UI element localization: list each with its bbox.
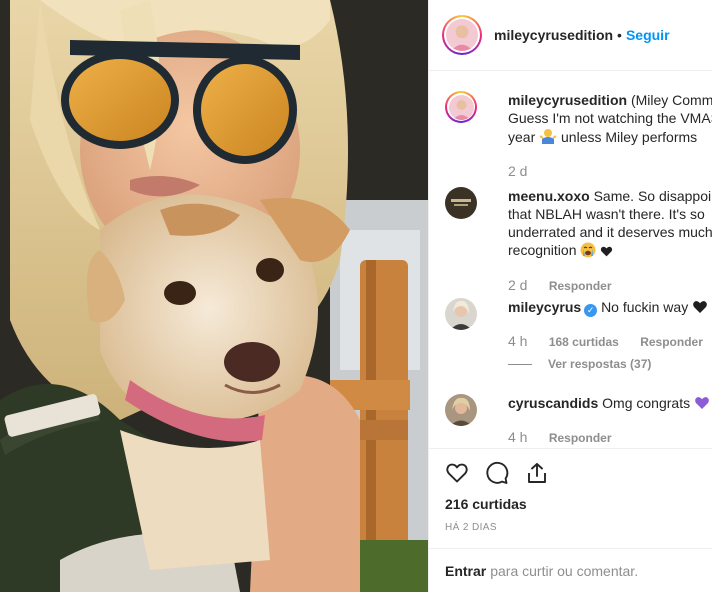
black-heart-icon	[693, 301, 707, 313]
reply-button[interactable]: Responder	[640, 335, 703, 349]
comment-username[interactable]: mileycyrus	[508, 299, 581, 315]
replies-rule	[508, 363, 532, 365]
separator-dot: •	[617, 27, 622, 43]
comment-avatar-image	[445, 298, 477, 330]
comment-time[interactable]: 4 h	[508, 333, 527, 349]
purple-heart-icon	[695, 397, 709, 409]
comment-line-3: underrated and it deserves much more	[508, 224, 712, 240]
instagram-post: mileycyrusedition • Seguir mileycyrusedi…	[0, 0, 712, 592]
comment-button[interactable]	[485, 461, 509, 485]
comment-username[interactable]: meenu.xoxo	[508, 188, 590, 204]
comment-meta: 2 d Responder	[508, 277, 612, 293]
comment-time[interactable]: 2 d	[508, 277, 527, 293]
post-header: mileycyrusedition • Seguir	[429, 0, 712, 71]
post-date[interactable]: HÁ 2 DIAS	[445, 522, 497, 533]
share-upload-icon	[528, 463, 546, 483]
comment-meta: 4 h 168 curtidas Responder	[508, 333, 703, 349]
post-actions: 216 curtidas HÁ 2 DIAS	[429, 448, 712, 548]
action-icons	[445, 461, 549, 485]
caption-line-1: (Miley Comments)	[630, 92, 712, 108]
comment-likes[interactable]: 168 curtidas	[549, 335, 619, 349]
caption-avatar-image	[448, 94, 474, 120]
comment-body: No fuckin way	[601, 299, 689, 315]
reply-button[interactable]: Responder	[549, 279, 612, 293]
caption-meta: 2 d	[508, 163, 527, 179]
loudly-crying-face-icon	[580, 242, 596, 258]
comment-avatar[interactable]	[445, 187, 477, 219]
black-heart-icon	[601, 246, 613, 257]
post-photo[interactable]	[0, 0, 428, 592]
login-link[interactable]: Entrar	[445, 563, 486, 579]
verified-badge-icon: ✓	[584, 304, 598, 317]
author-username[interactable]: mileycyrusedition	[494, 27, 613, 43]
caption-line-3-start: year	[508, 129, 536, 145]
like-button[interactable]	[445, 461, 469, 485]
comment-body: Omg congrats	[602, 395, 691, 411]
heart-icon	[446, 463, 468, 483]
share-button[interactable]	[525, 461, 549, 485]
comment-username[interactable]: cyruscandids	[508, 395, 598, 411]
comment-bubble-icon	[486, 461, 509, 484]
likes-count[interactable]: 216 curtidas	[445, 496, 527, 512]
view-replies-button[interactable]: Ver respostas (37)	[508, 357, 651, 371]
post-side-panel: mileycyrusedition • Seguir mileycyrusedi…	[428, 0, 712, 592]
caption-line-3-end: unless Miley performs	[561, 129, 698, 145]
comment-text: cyruscandids Omg congrats	[508, 394, 712, 412]
comment-avatar-image	[445, 394, 477, 426]
photo-woman-with-dog	[0, 0, 428, 592]
comment-line-2: that NBLAH wasn't there. It's so	[508, 206, 705, 222]
caption-text: mileycyrusedition (Miley Comments) Guess…	[508, 91, 712, 146]
comment-line-1: Same. So disappointed	[593, 188, 712, 204]
comment-text: meenu.xoxo Same. So disappointed that NB…	[508, 187, 712, 259]
follow-button[interactable]: Seguir	[626, 27, 670, 43]
person-shrugging-icon	[539, 129, 557, 144]
caption-username[interactable]: mileycyrusedition	[508, 92, 627, 108]
view-replies-label: Ver respostas (37)	[548, 357, 652, 371]
caption-time[interactable]: 2 d	[508, 163, 527, 179]
caption-line-2: Guess I'm not watching the VMAS this	[508, 110, 712, 126]
login-prompt-text: para curtir ou comentar.	[490, 562, 639, 579]
comment-text: mileycyrus ✓ No fuckin way	[508, 298, 712, 317]
author-avatar[interactable]	[442, 15, 482, 55]
comments-list[interactable]: mileycyrusedition (Miley Comments) Guess…	[429, 71, 712, 448]
reply-button[interactable]: Responder	[549, 431, 612, 445]
author-avatar-image	[446, 19, 478, 51]
comment-meta: 4 h Responder	[508, 429, 612, 445]
comment-avatar-image	[445, 187, 477, 219]
comment-avatar[interactable]	[445, 298, 477, 330]
comment-line-4: recognition	[508, 242, 577, 258]
login-prompt: Entrar para curtir ou comentar.	[429, 548, 712, 592]
caption-avatar[interactable]	[445, 91, 477, 123]
comment-time[interactable]: 4 h	[508, 429, 527, 445]
comment-avatar[interactable]	[445, 394, 477, 426]
